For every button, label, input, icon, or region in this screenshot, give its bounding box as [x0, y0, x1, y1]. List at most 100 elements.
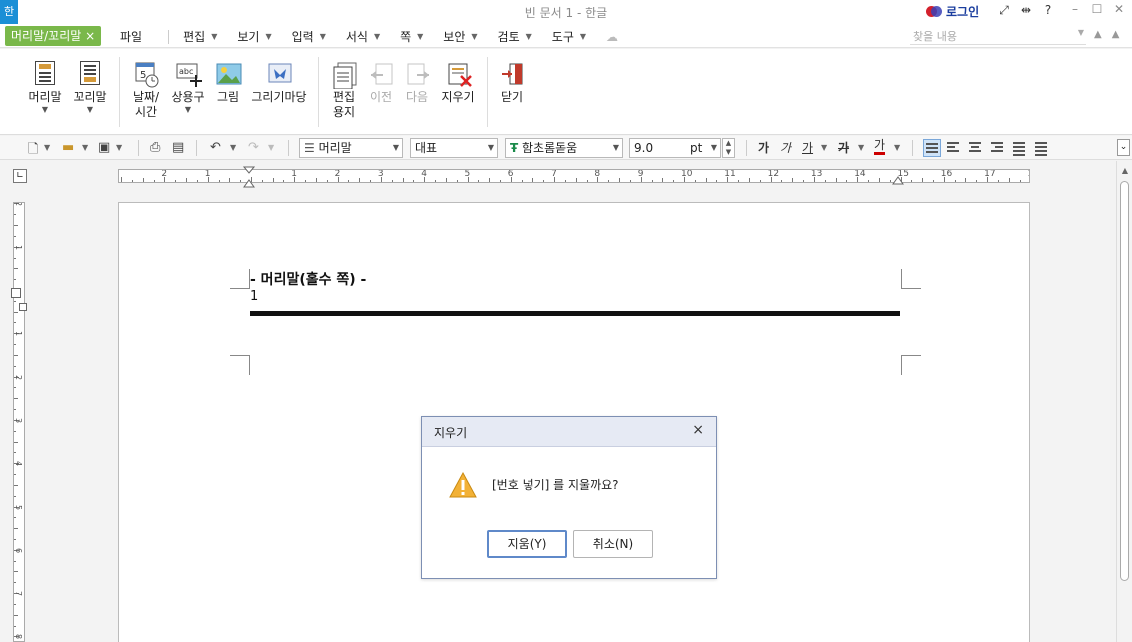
dialog-message: [번호 넣기] 를 지울까요? — [492, 478, 619, 492]
search-up-icon[interactable]: ▲ — [1094, 29, 1102, 40]
ruler-tick — [14, 344, 16, 346]
divide-button[interactable] — [1033, 139, 1051, 157]
menu-format[interactable]: 서식 ▼ — [346, 28, 380, 45]
edit-paper-icon — [332, 61, 357, 90]
language-select[interactable]: 대표 ▼ — [410, 138, 498, 158]
bold-button[interactable]: 가 — [758, 139, 769, 156]
font-size-input[interactable]: 9.0 pt ▼ — [629, 138, 721, 158]
font-color-button[interactable]: 가 — [874, 139, 886, 155]
chevron-down-icon[interactable]: ▼ — [44, 143, 50, 152]
close-header-button[interactable]: 닫기 — [496, 61, 528, 105]
chevron-down-icon[interactable]: ▼ — [894, 143, 900, 152]
dialog-close-icon[interactable]: × — [692, 422, 704, 438]
redo-icon[interactable]: ↷ — [248, 140, 259, 155]
align-center-button[interactable] — [967, 139, 985, 157]
context-tab-header-footer[interactable]: 머리말/꼬리말 × — [5, 26, 102, 46]
picture-button[interactable]: 그림 — [212, 61, 244, 105]
previous-button[interactable]: 이전 — [366, 61, 396, 105]
date-time-icon: 5 — [134, 61, 159, 88]
strikethrough-button[interactable]: 가 — [838, 139, 849, 156]
scroll-thumb[interactable] — [1120, 181, 1129, 581]
open-folder-icon[interactable]: ▬ — [62, 140, 74, 155]
menu-tools[interactable]: 도구 ▼ — [552, 28, 586, 45]
ruler-label: 14 — [854, 169, 866, 179]
minimize-icon[interactable]: – — [1068, 2, 1082, 16]
previous-icon — [369, 61, 393, 87]
ruler-tick — [229, 178, 231, 182]
fullscreen-icon[interactable]: ⤢ — [996, 3, 1012, 18]
align-right-button[interactable] — [989, 139, 1007, 157]
print-preview-icon[interactable]: ▤ — [172, 140, 184, 155]
erase-button[interactable]: 지우기 — [438, 61, 478, 105]
search-input[interactable]: 찾을 내용 ▼ — [910, 28, 1086, 45]
print-icon[interactable]: ⎙ — [150, 140, 160, 155]
vertical-scrollbar[interactable]: ▲ — [1116, 161, 1132, 642]
align-left-button[interactable] — [945, 139, 963, 157]
chevron-down-icon[interactable]: ▼ — [116, 143, 122, 152]
undo-icon[interactable]: ↶ — [210, 140, 221, 155]
cancel-button[interactable]: 취소(N) — [573, 530, 653, 558]
split-view-icon[interactable]: ⇹ — [1018, 3, 1034, 18]
font-size-stepper[interactable]: ▲ ▼ — [722, 138, 735, 158]
font-select[interactable]: Ŧ 함초롬돋움 ▼ — [505, 138, 623, 158]
date-time-button[interactable]: 5 날짜/ 시간 — [128, 61, 164, 120]
close-icon[interactable]: ✕ — [1112, 2, 1126, 16]
ruler-tick — [131, 180, 133, 182]
collapse-ribbon-icon[interactable]: ▲ — [1112, 29, 1120, 40]
next-button[interactable]: 다음 — [402, 61, 432, 105]
scroll-up-icon[interactable]: ▲ — [1118, 164, 1132, 178]
ribbon: 머리말 ▼ 꼬리말 ▼ 5 날짜/ 시간 abc 상용구 ▼ 그림 그리기마당 — [0, 49, 1132, 135]
menu-view[interactable]: 보기 ▼ — [237, 28, 271, 45]
chevron-down-icon[interactable]: ▼ — [268, 143, 274, 152]
ruler-label: 5 — [14, 504, 24, 510]
ruler-label: 5 — [464, 169, 471, 179]
help-icon[interactable]: ? — [1040, 3, 1056, 18]
ruler-tick — [14, 430, 16, 432]
menu-insert[interactable]: 입력 ▼ — [292, 28, 326, 45]
drawing-gallery-button[interactable]: 그리기마당 — [250, 61, 308, 105]
distribute-button[interactable] — [1011, 139, 1029, 157]
ruler-tick — [218, 180, 220, 182]
footer-button[interactable]: 꼬리말 ▼ — [71, 61, 109, 114]
menu-review[interactable]: 검토 ▼ — [498, 28, 532, 45]
assistant-icon[interactable]: ☁ — [606, 30, 618, 44]
menu-edit[interactable]: 편집 ▼ — [183, 28, 217, 45]
indent-marker-icon[interactable] — [243, 166, 255, 188]
vertical-margin-marker-icon[interactable] — [11, 288, 21, 298]
context-tab-close-icon[interactable]: × — [85, 29, 95, 43]
edit-paper-button[interactable]: 편집 용지 — [327, 61, 361, 120]
confirm-erase-button[interactable]: 지움(Y) — [487, 530, 567, 558]
ruler-tick — [435, 180, 437, 182]
menu-security[interactable]: 보안 ▼ — [443, 28, 477, 45]
new-document-icon[interactable]: 🗋 — [28, 140, 38, 162]
ruler-label: 10 — [681, 169, 693, 179]
menu-file[interactable]: 파일 — [120, 28, 142, 45]
autotext-button[interactable]: abc 상용구 ▼ — [170, 61, 206, 114]
italic-button[interactable]: 가 — [780, 139, 791, 156]
chevron-down-icon: ▼ — [41, 105, 49, 114]
chevron-down-icon[interactable]: ▼ — [858, 143, 864, 152]
chevron-down-icon[interactable]: ▼ — [82, 143, 88, 152]
chevron-down-icon[interactable]: ▼ — [230, 143, 236, 152]
login-button[interactable]: 로그인 — [926, 3, 979, 20]
header-button[interactable]: 머리말 ▼ — [26, 61, 64, 114]
ruler-tick — [272, 178, 274, 182]
vertical-margin-marker-icon[interactable] — [19, 303, 27, 311]
save-icon[interactable]: ▣ — [98, 140, 110, 155]
tab-type-icon[interactable]: ∟ — [13, 169, 27, 183]
right-indent-marker-icon[interactable] — [892, 175, 904, 185]
chevron-down-icon[interactable]: ▼ — [821, 143, 827, 152]
chevron-down-icon: ▼ — [417, 32, 424, 41]
underline-button[interactable]: 가 — [802, 139, 813, 156]
dialog-title: 지우기 — [434, 426, 468, 440]
maximize-icon[interactable]: ☐ — [1090, 2, 1104, 16]
footer-icon — [80, 61, 100, 85]
align-justify-button[interactable] — [923, 139, 941, 157]
expand-toolbar-icon[interactable]: ⌄ — [1117, 139, 1130, 156]
menu-page[interactable]: 쪽 ▼ — [400, 28, 423, 45]
erase-icon — [446, 61, 472, 87]
ruler-tick — [14, 365, 16, 367]
vertical-ruler[interactable]: 2 1 1 2 3 4 5 6 7 8 — [13, 202, 25, 642]
style-select[interactable]: ☰ 머리말 ▼ — [299, 138, 403, 158]
ruler-tick — [445, 178, 447, 182]
